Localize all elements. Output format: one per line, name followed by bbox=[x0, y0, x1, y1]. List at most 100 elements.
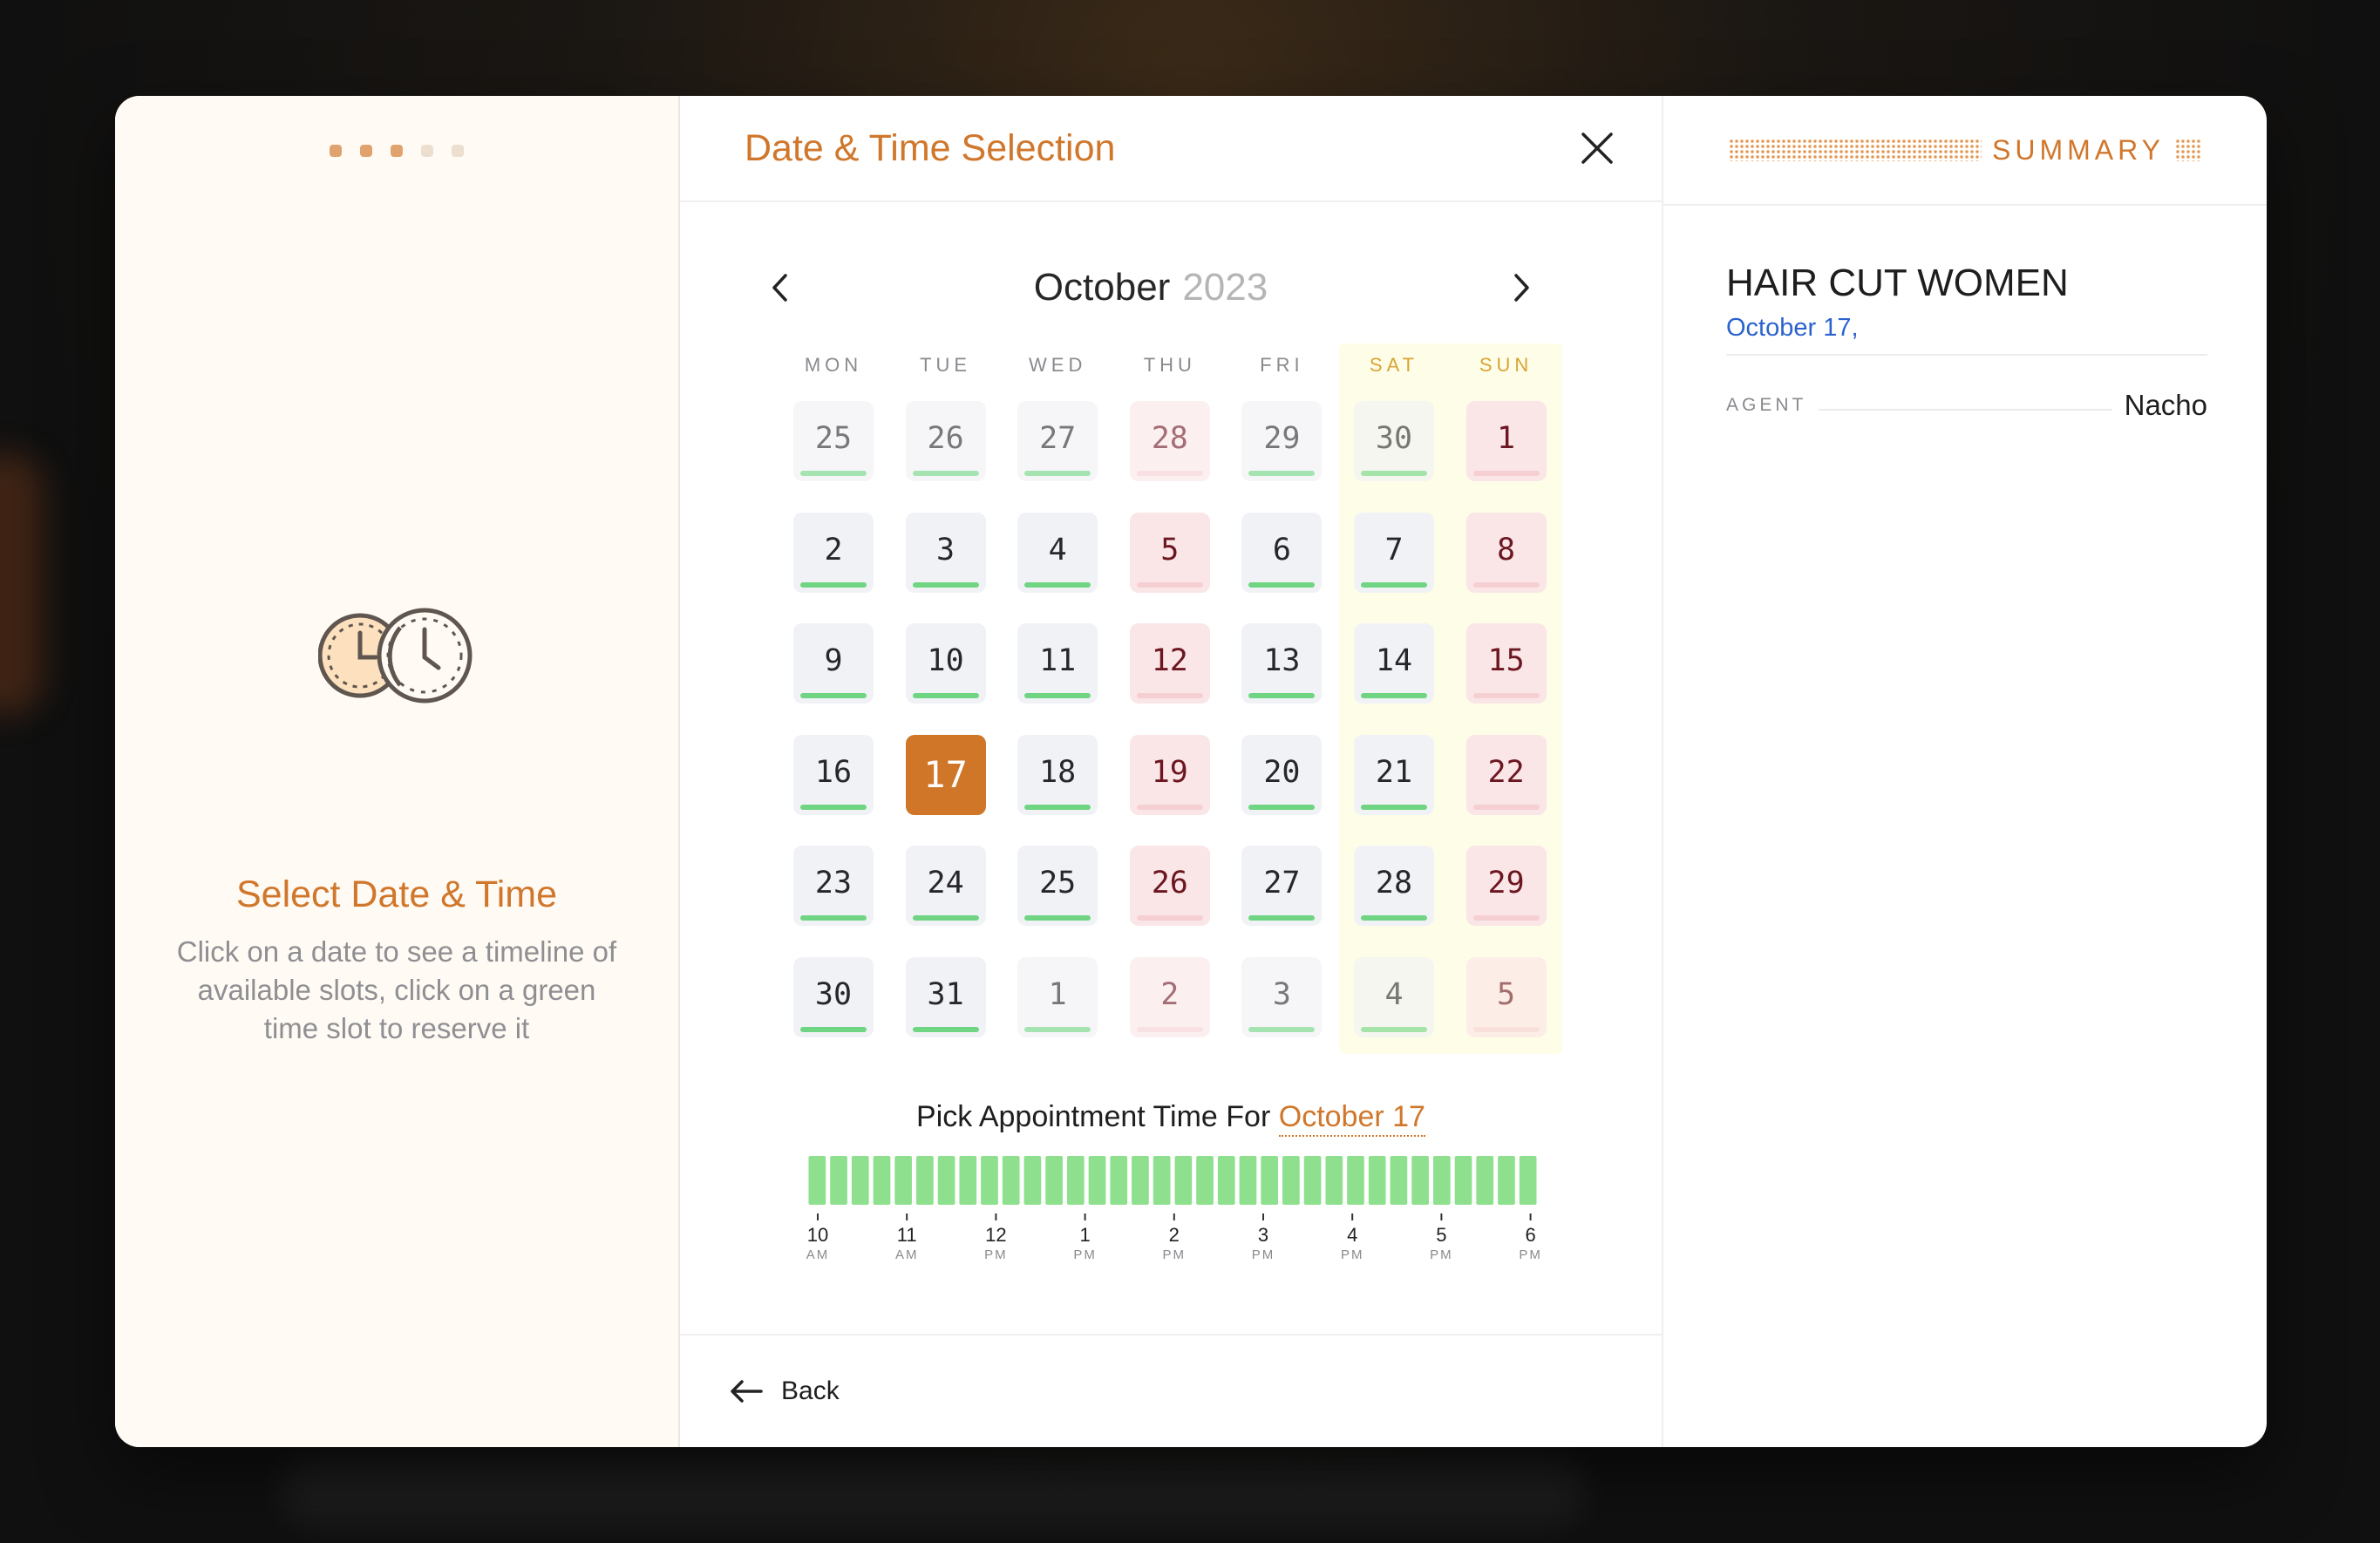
time-slot[interactable] bbox=[916, 1156, 934, 1205]
time-slot[interactable] bbox=[894, 1156, 913, 1205]
time-slot[interactable] bbox=[1045, 1156, 1063, 1205]
day-number: 8 bbox=[1497, 532, 1516, 568]
day-number: 12 bbox=[1151, 643, 1188, 679]
calendar-day[interactable]: 29 bbox=[1241, 401, 1323, 481]
day-number: 27 bbox=[1039, 421, 1077, 456]
calendar-day[interactable]: 15 bbox=[1465, 623, 1547, 704]
time-tick-hour: 10 bbox=[807, 1224, 828, 1246]
close-button[interactable] bbox=[1574, 126, 1620, 171]
time-slot[interactable] bbox=[1196, 1156, 1214, 1205]
pick-time-date[interactable]: October 17 bbox=[1278, 1100, 1425, 1137]
calendar-day[interactable]: 5 bbox=[1129, 512, 1210, 593]
calendar-day[interactable]: 1 bbox=[1017, 957, 1098, 1037]
time-slot[interactable] bbox=[1088, 1156, 1106, 1205]
time-slot[interactable] bbox=[1217, 1156, 1235, 1205]
time-slot[interactable] bbox=[1476, 1156, 1494, 1205]
time-slot[interactable] bbox=[1368, 1156, 1386, 1205]
calendar-day[interactable]: 3 bbox=[1241, 957, 1323, 1037]
day-number: 4 bbox=[1048, 532, 1067, 568]
time-slot[interactable] bbox=[1023, 1156, 1042, 1205]
calendar-day[interactable]: 31 bbox=[905, 957, 986, 1037]
calendar-day[interactable]: 21 bbox=[1354, 734, 1434, 815]
calendar-day[interactable]: 2 bbox=[793, 512, 874, 593]
day-number: 5 bbox=[1160, 532, 1180, 568]
time-slot[interactable] bbox=[1347, 1156, 1364, 1205]
calendar-day[interactable]: 19 bbox=[1129, 734, 1210, 815]
time-slot[interactable] bbox=[959, 1156, 977, 1205]
day-number: 27 bbox=[1263, 866, 1301, 901]
calendar-day[interactable]: 3 bbox=[905, 512, 986, 593]
weekday-label: TUE bbox=[920, 354, 972, 376]
calendar-day[interactable]: 27 bbox=[1017, 401, 1098, 481]
time-slot[interactable] bbox=[1132, 1156, 1149, 1205]
day-number: 13 bbox=[1263, 643, 1301, 679]
calendar-day[interactable]: 4 bbox=[1354, 957, 1434, 1037]
time-slot[interactable] bbox=[981, 1156, 998, 1205]
calendar-day-selected[interactable]: 17 bbox=[905, 734, 986, 815]
calendar-day[interactable]: 1 bbox=[1465, 401, 1547, 481]
calendar-day[interactable]: 4 bbox=[1017, 512, 1098, 593]
time-slot[interactable] bbox=[851, 1156, 869, 1205]
time-slot[interactable] bbox=[808, 1156, 826, 1205]
summary-panel: SUMMARY HAIR CUT WOMEN October 17, AGENT… bbox=[1663, 96, 2267, 1447]
calendar-day[interactable]: 23 bbox=[793, 846, 874, 927]
time-slot[interactable] bbox=[873, 1156, 891, 1205]
calendar-day[interactable]: 9 bbox=[793, 623, 874, 704]
day-number: 2 bbox=[1160, 977, 1180, 1012]
time-slot[interactable] bbox=[1002, 1156, 1020, 1205]
calendar-day[interactable]: 20 bbox=[1241, 734, 1323, 815]
calendar-day[interactable]: 26 bbox=[1129, 846, 1210, 927]
time-slot[interactable] bbox=[830, 1156, 847, 1205]
availability-indicator bbox=[1024, 1027, 1091, 1032]
calendar-day[interactable]: 25 bbox=[1017, 846, 1098, 927]
calendar-day[interactable]: 28 bbox=[1354, 846, 1434, 927]
availability-indicator bbox=[912, 1027, 979, 1032]
time-slot[interactable] bbox=[1325, 1156, 1343, 1205]
prev-month-button[interactable] bbox=[758, 266, 802, 309]
calendar-day[interactable]: 6 bbox=[1241, 512, 1323, 593]
availability-indicator bbox=[1248, 581, 1316, 588]
time-slot[interactable] bbox=[1174, 1156, 1193, 1205]
calendar-day[interactable]: 30 bbox=[1354, 401, 1434, 481]
time-slot[interactable] bbox=[1066, 1156, 1085, 1205]
calendar-day[interactable]: 8 bbox=[1465, 512, 1547, 593]
next-month-button[interactable] bbox=[1499, 266, 1543, 309]
time-slot[interactable] bbox=[1454, 1156, 1472, 1205]
unavailable-indicator bbox=[1136, 915, 1203, 921]
time-slot[interactable] bbox=[1411, 1156, 1429, 1205]
time-slot[interactable] bbox=[1239, 1156, 1257, 1205]
time-slot[interactable] bbox=[1519, 1156, 1537, 1205]
time-slot[interactable] bbox=[1390, 1156, 1408, 1205]
calendar-day[interactable]: 27 bbox=[1241, 846, 1323, 927]
calendar-day[interactable]: 16 bbox=[793, 734, 874, 815]
calendar-day[interactable]: 28 bbox=[1129, 401, 1210, 481]
calendar-day[interactable]: 30 bbox=[793, 957, 874, 1037]
calendar-day[interactable]: 5 bbox=[1465, 957, 1547, 1037]
step-info-panel: Select Date & Time Click on a date to se… bbox=[115, 96, 680, 1447]
time-slot[interactable] bbox=[1261, 1156, 1279, 1205]
time-slot[interactable] bbox=[937, 1156, 955, 1205]
calendar-day[interactable]: 11 bbox=[1017, 623, 1098, 704]
day-number: 29 bbox=[1487, 866, 1525, 901]
calendar-day[interactable]: 12 bbox=[1129, 623, 1210, 704]
time-slot[interactable] bbox=[1498, 1156, 1515, 1205]
calendar-day[interactable]: 24 bbox=[905, 846, 986, 927]
calendar-day[interactable]: 22 bbox=[1465, 734, 1547, 815]
time-slot[interactable] bbox=[1282, 1156, 1300, 1205]
time-slot[interactable] bbox=[1432, 1156, 1451, 1205]
calendar-day[interactable]: 10 bbox=[905, 623, 986, 704]
calendar-day[interactable]: 25 bbox=[793, 401, 874, 481]
calendar-day[interactable]: 7 bbox=[1354, 512, 1434, 593]
time-slot[interactable] bbox=[1110, 1156, 1128, 1205]
calendar-day[interactable]: 14 bbox=[1354, 623, 1434, 704]
time-slot[interactable] bbox=[1153, 1156, 1171, 1205]
calendar-day[interactable]: 2 bbox=[1129, 957, 1210, 1037]
time-slot[interactable] bbox=[1303, 1156, 1322, 1205]
back-button[interactable]: Back bbox=[729, 1376, 840, 1406]
calendar-day[interactable]: 18 bbox=[1017, 734, 1098, 815]
time-tick-ampm: PM bbox=[1073, 1247, 1097, 1262]
close-icon bbox=[1581, 133, 1613, 164]
calendar-day[interactable]: 26 bbox=[905, 401, 986, 481]
calendar-day[interactable]: 13 bbox=[1241, 623, 1323, 704]
calendar-day[interactable]: 29 bbox=[1465, 846, 1547, 927]
